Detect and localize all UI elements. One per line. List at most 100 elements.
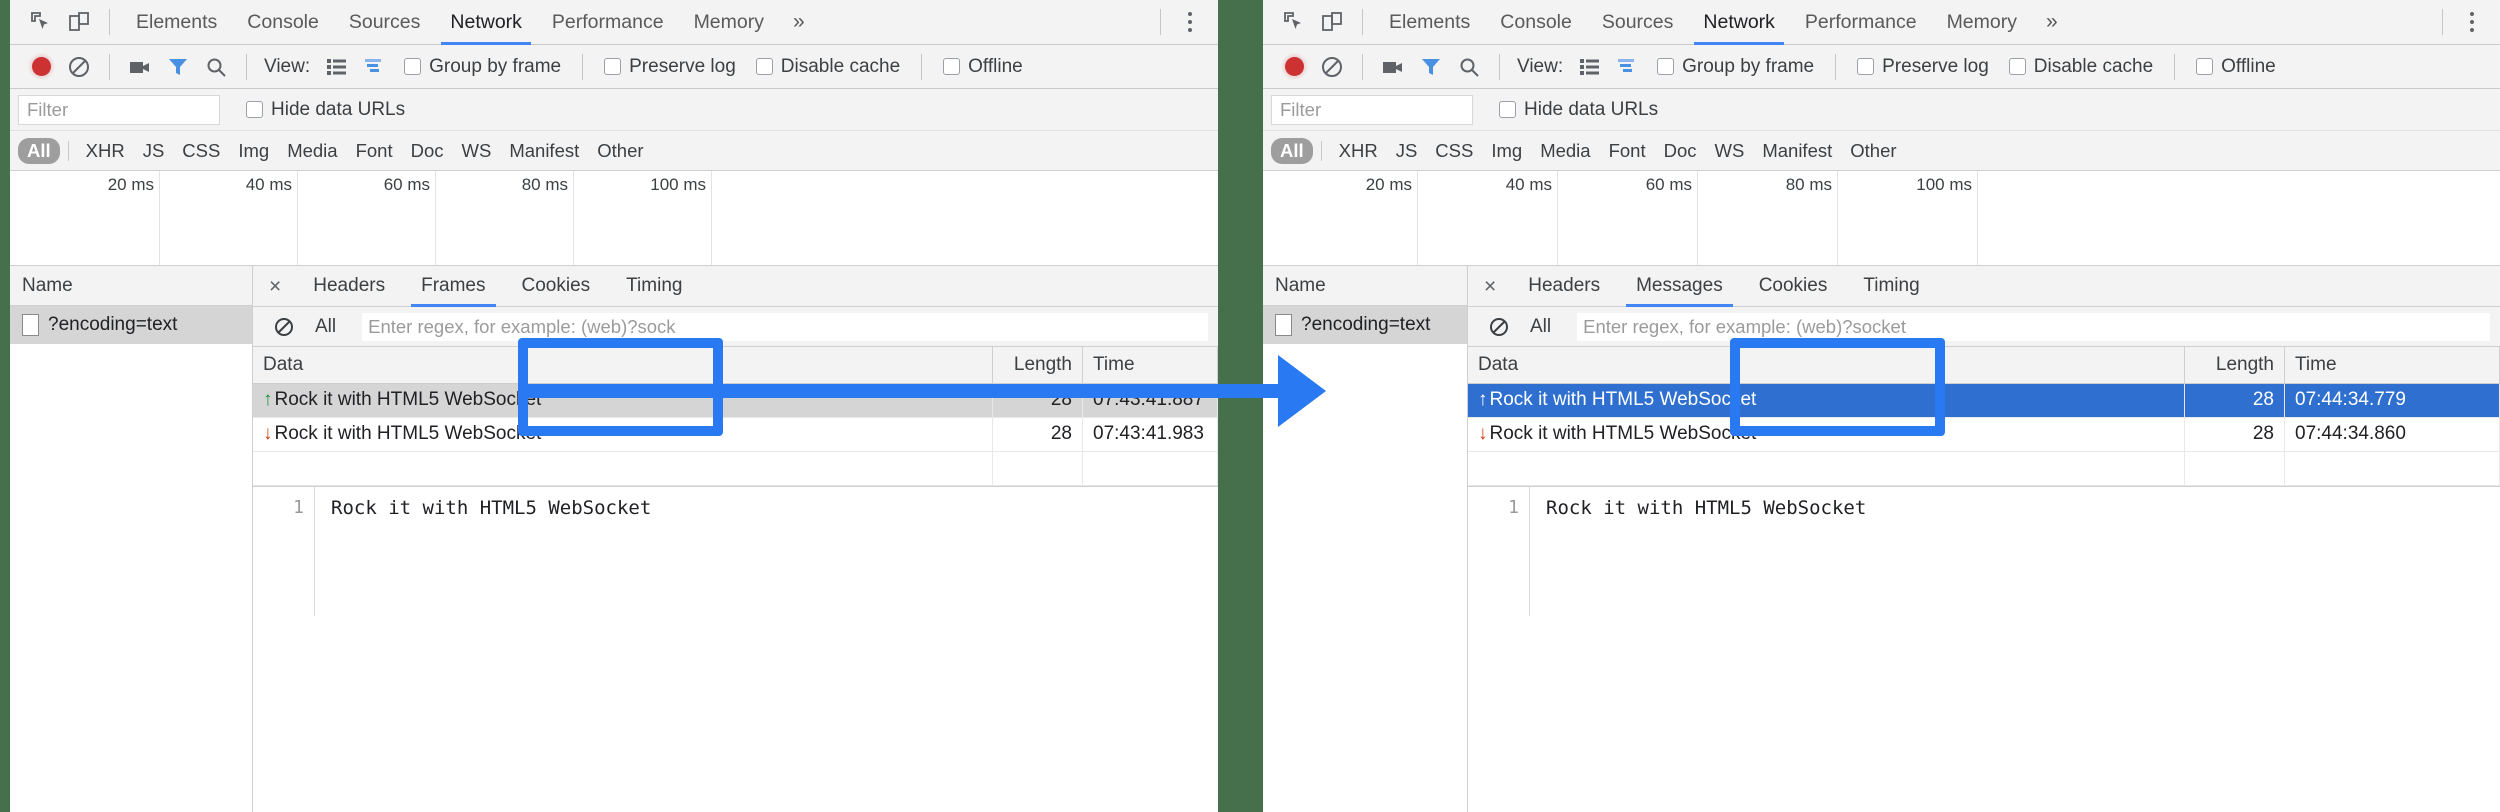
checkbox-box-disable-cache[interactable] (756, 58, 773, 75)
checkbox-box-offline[interactable] (2196, 58, 2213, 75)
search-magnifier-icon[interactable] (1450, 48, 1488, 86)
clear-filter-icon[interactable] (1480, 308, 1518, 346)
inspect-element-icon[interactable] (1275, 3, 1313, 41)
tab-console[interactable]: Console (1485, 0, 1587, 45)
column-header-length[interactable]: Length (993, 347, 1083, 383)
search-magnifier-icon[interactable] (197, 48, 235, 86)
clear-filter-icon[interactable] (265, 308, 303, 346)
checkbox-group-by-frame[interactable]: Group by frame (394, 56, 571, 78)
tab-console[interactable]: Console (232, 0, 334, 45)
subtab-cookies[interactable]: Cookies (504, 266, 609, 307)
type-filter-doc[interactable]: Doc (1655, 138, 1706, 164)
screenshot-camera-icon[interactable] (121, 48, 159, 86)
filter-funnel-icon[interactable] (1412, 48, 1450, 86)
checkbox-group-by-frame[interactable]: Group by frame (1647, 56, 1824, 78)
type-filter-js[interactable]: JS (134, 138, 174, 164)
type-filter-all[interactable]: All (18, 138, 60, 164)
table-row[interactable]: ↑Rock it with HTML5 WebSocket 28 07:44:3… (1468, 383, 2500, 417)
device-toolbar-icon[interactable] (1313, 3, 1351, 41)
checkbox-preserve-log[interactable]: Preserve log (594, 56, 746, 78)
tab-performance[interactable]: Performance (537, 0, 679, 45)
table-row[interactable]: ↓Rock it with HTML5 WebSocket 28 07:44:3… (1468, 417, 2500, 451)
close-icon[interactable]: × (1478, 276, 1510, 297)
type-filter-ws[interactable]: WS (453, 138, 501, 164)
type-filter-img[interactable]: Img (1482, 138, 1531, 164)
tab-sources[interactable]: Sources (1587, 0, 1689, 45)
more-options-icon[interactable] (2454, 12, 2490, 32)
checkbox-preserve-log[interactable]: Preserve log (1847, 56, 1999, 78)
subtab-messages[interactable]: Messages (1618, 266, 1741, 307)
message-scope-label[interactable]: All (1530, 316, 1551, 338)
column-header-data[interactable]: Data (253, 347, 993, 383)
type-filter-css[interactable]: CSS (173, 138, 229, 164)
table-row[interactable]: ↓Rock it with HTML5 WebSocket 28 07:43:4… (253, 417, 1218, 451)
subtab-headers[interactable]: Headers (295, 266, 403, 307)
type-filter-all[interactable]: All (1271, 138, 1313, 164)
type-filter-css[interactable]: CSS (1426, 138, 1482, 164)
type-filter-img[interactable]: Img (229, 138, 278, 164)
close-icon[interactable]: × (263, 276, 295, 297)
list-view-icon[interactable] (318, 48, 356, 86)
screenshot-camera-icon[interactable] (1374, 48, 1412, 86)
checkbox-offline[interactable]: Offline (2186, 56, 2286, 78)
type-filter-xhr[interactable]: XHR (77, 138, 134, 164)
checkbox-offline[interactable]: Offline (933, 56, 1033, 78)
tab-overflow-icon[interactable]: » (2032, 10, 2072, 34)
checkbox-box-group-by-frame[interactable] (1657, 58, 1674, 75)
tab-performance[interactable]: Performance (1790, 0, 1932, 45)
type-filter-other[interactable]: Other (1841, 138, 1905, 164)
checkbox-hide-data-urls[interactable]: Hide data URLs (1489, 99, 1668, 121)
clear-button[interactable] (60, 48, 98, 86)
checkbox-disable-cache[interactable]: Disable cache (746, 56, 910, 78)
tab-memory[interactable]: Memory (1932, 0, 2032, 45)
checkbox-box-disable-cache[interactable] (2009, 58, 2026, 75)
tab-network[interactable]: Network (435, 0, 537, 45)
checkbox-box-offline[interactable] (943, 58, 960, 75)
column-header-data[interactable]: Data (1468, 347, 2185, 383)
type-filter-js[interactable]: JS (1387, 138, 1427, 164)
more-options-icon[interactable] (1172, 12, 1208, 32)
type-filter-ws[interactable]: WS (1706, 138, 1754, 164)
type-filter-font[interactable]: Font (347, 138, 402, 164)
subtab-timing[interactable]: Timing (608, 266, 700, 307)
waterfall-view-icon[interactable] (1609, 48, 1647, 86)
type-filter-manifest[interactable]: Manifest (1753, 138, 1841, 164)
subtab-frames[interactable]: Frames (403, 266, 503, 307)
type-filter-font[interactable]: Font (1600, 138, 1655, 164)
record-button[interactable] (1275, 48, 1313, 86)
filter-input[interactable]: Filter (1271, 95, 1473, 125)
clear-button[interactable] (1313, 48, 1351, 86)
list-view-icon[interactable] (1571, 48, 1609, 86)
device-toolbar-icon[interactable] (60, 3, 98, 41)
request-row[interactable]: ?encoding=text (1263, 306, 1467, 344)
type-filter-manifest[interactable]: Manifest (500, 138, 588, 164)
checkbox-box-hide-data-urls[interactable] (246, 101, 263, 118)
waterfall-view-icon[interactable] (356, 48, 394, 86)
tab-network[interactable]: Network (1688, 0, 1790, 45)
tab-overflow-icon[interactable]: » (779, 10, 819, 34)
message-regex-input[interactable]: Enter regex, for example: (web)?socket (1577, 313, 2490, 341)
tab-memory[interactable]: Memory (679, 0, 779, 45)
column-header-time[interactable]: Time (1083, 347, 1218, 383)
column-header-length[interactable]: Length (2185, 347, 2285, 383)
tab-sources[interactable]: Sources (334, 0, 436, 45)
type-filter-media[interactable]: Media (1531, 138, 1599, 164)
filter-funnel-icon[interactable] (159, 48, 197, 86)
record-button[interactable] (22, 48, 60, 86)
type-filter-other[interactable]: Other (588, 138, 652, 164)
checkbox-hide-data-urls[interactable]: Hide data URLs (236, 99, 415, 121)
frame-regex-input[interactable]: Enter regex, for example: (web)?sock (362, 313, 1208, 341)
column-header-time[interactable]: Time (2285, 347, 2500, 383)
subtab-timing[interactable]: Timing (1845, 266, 1937, 307)
checkbox-box-preserve-log[interactable] (1857, 58, 1874, 75)
tab-elements[interactable]: Elements (121, 0, 232, 45)
type-filter-doc[interactable]: Doc (402, 138, 453, 164)
checkbox-box-hide-data-urls[interactable] (1499, 101, 1516, 118)
filter-input[interactable]: Filter (18, 95, 220, 125)
inspect-element-icon[interactable] (22, 3, 60, 41)
request-row[interactable]: ?encoding=text (10, 306, 252, 344)
tab-elements[interactable]: Elements (1374, 0, 1485, 45)
type-filter-xhr[interactable]: XHR (1330, 138, 1387, 164)
subtab-cookies[interactable]: Cookies (1741, 266, 1846, 307)
checkbox-disable-cache[interactable]: Disable cache (1999, 56, 2163, 78)
